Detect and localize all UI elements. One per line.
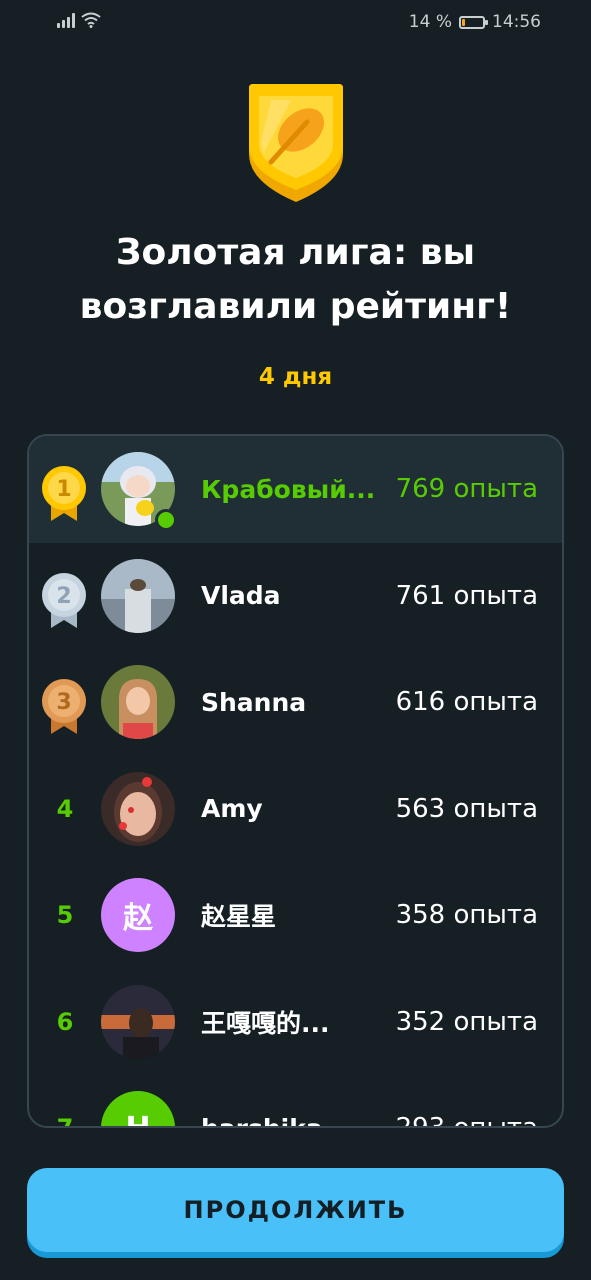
leaderboard-row-7[interactable]: 7 H harshika 293 опыта [29, 1075, 562, 1126]
battery-fill [462, 18, 466, 26]
signal-icon [57, 12, 75, 28]
rank-number: 5 [56, 901, 74, 930]
silver-medal-icon: 2 [42, 572, 86, 628]
avatar [101, 665, 175, 739]
avatar: H [101, 1091, 175, 1126]
user-name: Крабовый... [201, 474, 376, 504]
user-name: 赵星星 [201, 902, 277, 932]
user-name: Shanna [201, 687, 307, 717]
xp-value: 563 опыта [395, 793, 538, 824]
continue-button[interactable]: ПРОДОЛЖИТЬ [27, 1168, 564, 1252]
status-bar: 14 % 14:56 [0, 0, 591, 46]
leaderboard-row-1[interactable]: 1 Крабовый... 769 опыта [29, 436, 562, 543]
svg-text:3: 3 [56, 690, 71, 715]
rank-number: 4 [56, 794, 74, 823]
leaderboard-row-3[interactable]: 3 Shanna 616 опыта [29, 649, 562, 756]
status-right: 14 % 14:56 [409, 12, 541, 32]
bronze-medal-icon: 3 [42, 679, 86, 734]
svg-text:1: 1 [56, 477, 71, 502]
battery-percent: 14 % [408, 12, 452, 32]
leaderboard-row-4[interactable]: 4 Amy 563 опыта [29, 756, 562, 863]
days-left-label: 4 дня [258, 364, 333, 390]
xp-value: 352 опыта [395, 1006, 538, 1037]
wifi-icon [81, 12, 101, 28]
rank-number: 6 [56, 1007, 74, 1036]
gold-medal-icon: 1 [42, 466, 86, 521]
connectivity-icons [57, 12, 101, 28]
page-title: Золотая лига: вы возглавили рейтинг! [79, 232, 512, 327]
xp-value: 769 опыта [395, 474, 538, 505]
user-name: Vlada [201, 581, 281, 611]
leaderboard-list[interactable]: 1 Крабовый... 769 опыта 2 Vlada 761 опыт [27, 434, 564, 1128]
leaderboard-row-6[interactable]: 6 王嘎嘎的... 352 опыта [29, 969, 562, 1076]
xp-value: 616 опыта [395, 687, 538, 718]
user-name: 王嘎嘎的... [201, 1008, 330, 1038]
avatar [101, 984, 175, 1059]
xp-value: 358 опыта [395, 900, 538, 931]
rank-number: 7 [45, 1075, 85, 1126]
svg-text:2: 2 [56, 584, 71, 609]
online-indicator [155, 509, 177, 531]
avatar [101, 558, 175, 633]
leaderboard-row-2[interactable]: 2 Vlada 761 опыта [29, 543, 562, 650]
user-name: Amy [201, 794, 263, 824]
battery-icon [459, 15, 488, 29]
avatar [101, 771, 175, 846]
xp-value: 761 опыта [395, 580, 538, 611]
gold-league-badge-icon [249, 84, 343, 202]
leaderboard-row-5[interactable]: 5 赵 赵星星 358 опыта [29, 862, 562, 969]
clock: 14:56 [492, 12, 541, 32]
xp-value: 293 опыта [396, 1075, 538, 1126]
avatar: 赵 [101, 878, 175, 952]
user-name: harshika [201, 1075, 323, 1126]
